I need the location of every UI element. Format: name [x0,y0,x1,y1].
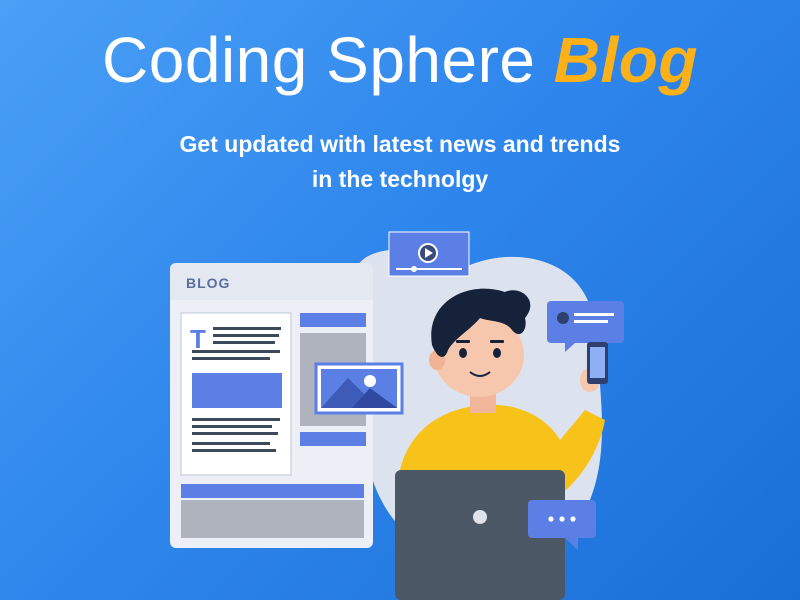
video-play-icon [388,231,470,277]
blog-panel-label: BLOG [186,275,230,291]
article-initial: T [190,324,206,354]
phone-icon [587,342,608,384]
blog-illustration: BLOG T [170,231,624,600]
article-image-block [192,373,282,408]
image-icon [314,362,404,415]
